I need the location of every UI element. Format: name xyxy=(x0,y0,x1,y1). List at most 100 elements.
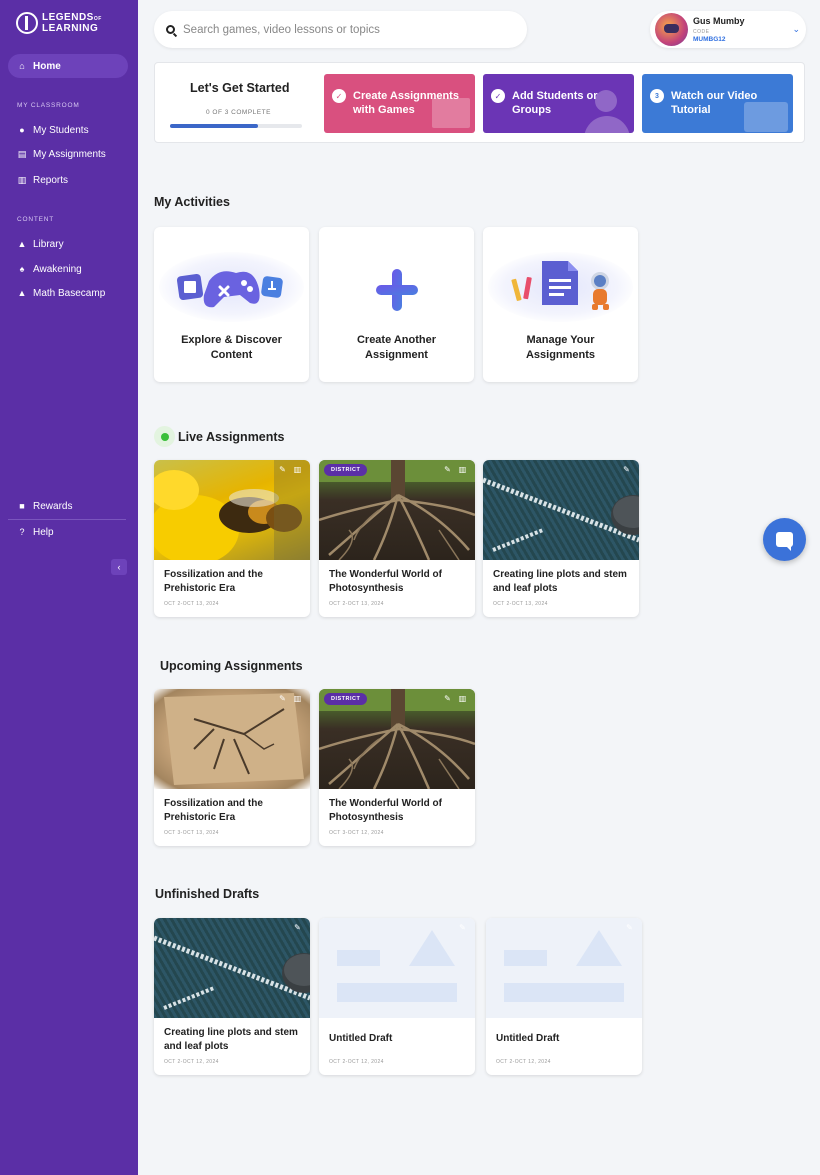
search-input[interactable] xyxy=(183,23,503,36)
assignment-thumbnail xyxy=(154,460,310,560)
assignment-date: OCT 3-OCT 12, 2024 xyxy=(329,830,384,836)
assignment-card[interactable]: ✎ ▥ Fossilization and the Prehistoric Er… xyxy=(154,689,310,846)
class-code: MUMBG12 xyxy=(693,36,726,43)
assignment-title: Fossilization and the Prehistoric Era xyxy=(164,569,263,594)
step-add-students[interactable]: ✓ Add Students or Groups xyxy=(483,74,634,133)
sidebar-item-label: Reports xyxy=(33,174,69,186)
unfinished-drafts-title: Unfinished Drafts xyxy=(155,887,260,901)
assignment-title: Creating line plots and stem and leaf pl… xyxy=(493,569,627,594)
assignment-card[interactable]: DISTRICT ✎ ▥ The Wonderful World of Phot… xyxy=(319,689,475,846)
edit-icon[interactable]: ✎ xyxy=(443,465,452,474)
sidebar-item-basecamp[interactable]: ▲ Math Basecamp xyxy=(8,281,128,305)
game-controller-icon xyxy=(176,271,283,308)
my-activities-title: My Activities xyxy=(154,195,230,209)
assignment-thumbnail xyxy=(154,689,310,789)
assignment-date: OCT 3-OCT 13, 2024 xyxy=(164,830,219,836)
chevron-left-icon: ‹ xyxy=(117,562,121,572)
sidebar-item-awakening[interactable]: ♠ Awakening xyxy=(8,257,128,281)
brand-line-1: LEGENDS xyxy=(42,11,94,23)
fossil-image xyxy=(164,693,304,785)
user-icon: ● xyxy=(19,125,25,135)
edit-icon[interactable]: ✎ xyxy=(625,923,634,932)
assignment-card[interactable]: ✎ ▥ Fossilization and the Prehistoric Er… xyxy=(154,460,310,617)
section-label-classroom: MY CLASSROOM xyxy=(17,102,80,109)
edit-icon[interactable]: ✎ xyxy=(278,694,287,703)
report-icon[interactable]: ▥ xyxy=(458,465,467,474)
report-icon[interactable]: ▥ xyxy=(293,694,302,703)
assignment-title: The Wonderful World of Photosynthesis xyxy=(329,569,442,594)
draft-card[interactable]: ✎ Untitled Draft OCT 2-OCT 12, 2024 xyxy=(319,918,475,1075)
step-create-assignments[interactable]: ✓ Create Assignments with Games xyxy=(324,74,475,133)
activity-label: Create Another Assignment xyxy=(356,334,437,361)
sidebar-item-reports[interactable]: ▥ Reports xyxy=(8,168,128,192)
sidebar-item-label: Rewards xyxy=(33,500,73,512)
report-icon[interactable]: ▥ xyxy=(458,694,467,703)
sidebar: LEGENDSOF LEARNING ⌂ Home MY CLASSROOM ●… xyxy=(0,0,138,1175)
collapse-sidebar-button[interactable]: ‹ xyxy=(111,559,127,575)
sidebar-item-help[interactable]: ? Help xyxy=(8,520,128,544)
activity-label: Manage Your Assignments xyxy=(525,334,596,361)
sidebar-item-students[interactable]: ● My Students xyxy=(8,118,128,142)
placeholder-image xyxy=(504,930,624,1002)
draft-thumbnail xyxy=(154,918,310,1018)
document-icon: ▤ xyxy=(17,148,27,159)
assignment-card[interactable]: ✎ Creating line plots and stem and leaf … xyxy=(483,460,639,617)
search-bar[interactable] xyxy=(154,11,527,48)
draft-title: Untitled Draft xyxy=(329,1033,393,1044)
district-badge: DISTRICT xyxy=(324,464,368,476)
getting-started-panel: Let's Get Started 0 OF 3 COMPLETE ✓ Crea… xyxy=(154,62,805,143)
chart-icon: ▥ xyxy=(17,174,27,185)
step-label: Add Students or Groups xyxy=(512,90,598,116)
edit-icon[interactable]: ✎ xyxy=(443,694,452,703)
search-icon xyxy=(166,25,175,34)
user-body-icon xyxy=(584,116,630,133)
assignment-date: OCT 2-OCT 13, 2024 xyxy=(164,601,219,607)
library-icon: ▲ xyxy=(17,239,27,249)
upcoming-assignments-title: Upcoming Assignments xyxy=(160,659,303,673)
edit-icon[interactable]: ✎ xyxy=(458,923,467,932)
tv-icon xyxy=(744,102,788,132)
assignment-thumbnail xyxy=(483,460,639,560)
activity-explore[interactable]: Explore & Discover Content xyxy=(154,227,309,382)
card-actions: ✎ ▥ xyxy=(443,465,467,474)
report-icon[interactable]: ▥ xyxy=(293,465,302,474)
assignment-card[interactable]: DISTRICT ✎ ▥ The Wonderful World of Phot… xyxy=(319,460,475,617)
brand-logo[interactable]: LEGENDSOF LEARNING xyxy=(16,12,102,34)
activity-label: Explore & Discover Content xyxy=(181,334,282,361)
sidebar-item-assignments[interactable]: ▤ My Assignments xyxy=(8,142,128,166)
profile-menu[interactable]: Gus Mumby CODE MUMBG12 ⌄ xyxy=(650,11,806,48)
edit-icon[interactable]: ✎ xyxy=(278,465,287,474)
card-actions: ✎ xyxy=(293,923,302,932)
sidebar-item-home[interactable]: ⌂ Home xyxy=(8,54,128,78)
activity-manage-assignments[interactable]: Manage Your Assignments xyxy=(483,227,638,382)
document-icon xyxy=(511,261,609,310)
sidebar-item-library[interactable]: ▲ Library xyxy=(8,232,128,256)
plus-icon xyxy=(376,269,418,311)
step-watch-tutorial[interactable]: 3 Watch our Video Tutorial xyxy=(642,74,793,133)
activity-create-assignment[interactable]: Create Another Assignment xyxy=(319,227,474,382)
edit-icon[interactable]: ✎ xyxy=(622,465,631,474)
district-badge: DISTRICT xyxy=(324,693,368,705)
draft-placeholder xyxy=(319,918,475,1018)
mountain-icon: ▲ xyxy=(17,288,27,298)
card-actions: ✎ xyxy=(622,465,631,474)
logo-icon xyxy=(16,12,38,34)
brand-line-2: LEARNING xyxy=(42,22,99,34)
draft-card[interactable]: ✎ Creating line plots and stem and leaf … xyxy=(154,918,310,1075)
edit-icon[interactable]: ✎ xyxy=(293,923,302,932)
line-plot-image xyxy=(154,935,310,1010)
draft-date: OCT 2-OCT 12, 2024 xyxy=(496,1059,551,1065)
draft-card[interactable]: ✎ Untitled Draft OCT 2-OCT 12, 2024 xyxy=(486,918,642,1075)
card-actions: ✎ xyxy=(458,923,467,932)
user-icon xyxy=(595,90,617,112)
step-number-badge: 3 xyxy=(650,89,664,103)
line-plot-image xyxy=(483,477,639,552)
sidebar-item-rewards[interactable]: ■ Rewards xyxy=(8,494,128,518)
draft-title: Creating line plots and stem and leaf pl… xyxy=(164,1027,298,1052)
check-icon: ✓ xyxy=(332,89,346,103)
sidebar-item-label: Library xyxy=(33,238,64,250)
chat-button[interactable] xyxy=(763,518,806,561)
chevron-down-icon: ⌄ xyxy=(792,24,800,34)
live-assignments-title: Live Assignments xyxy=(178,430,285,444)
brand-name: LEGENDSOF LEARNING xyxy=(42,11,102,34)
